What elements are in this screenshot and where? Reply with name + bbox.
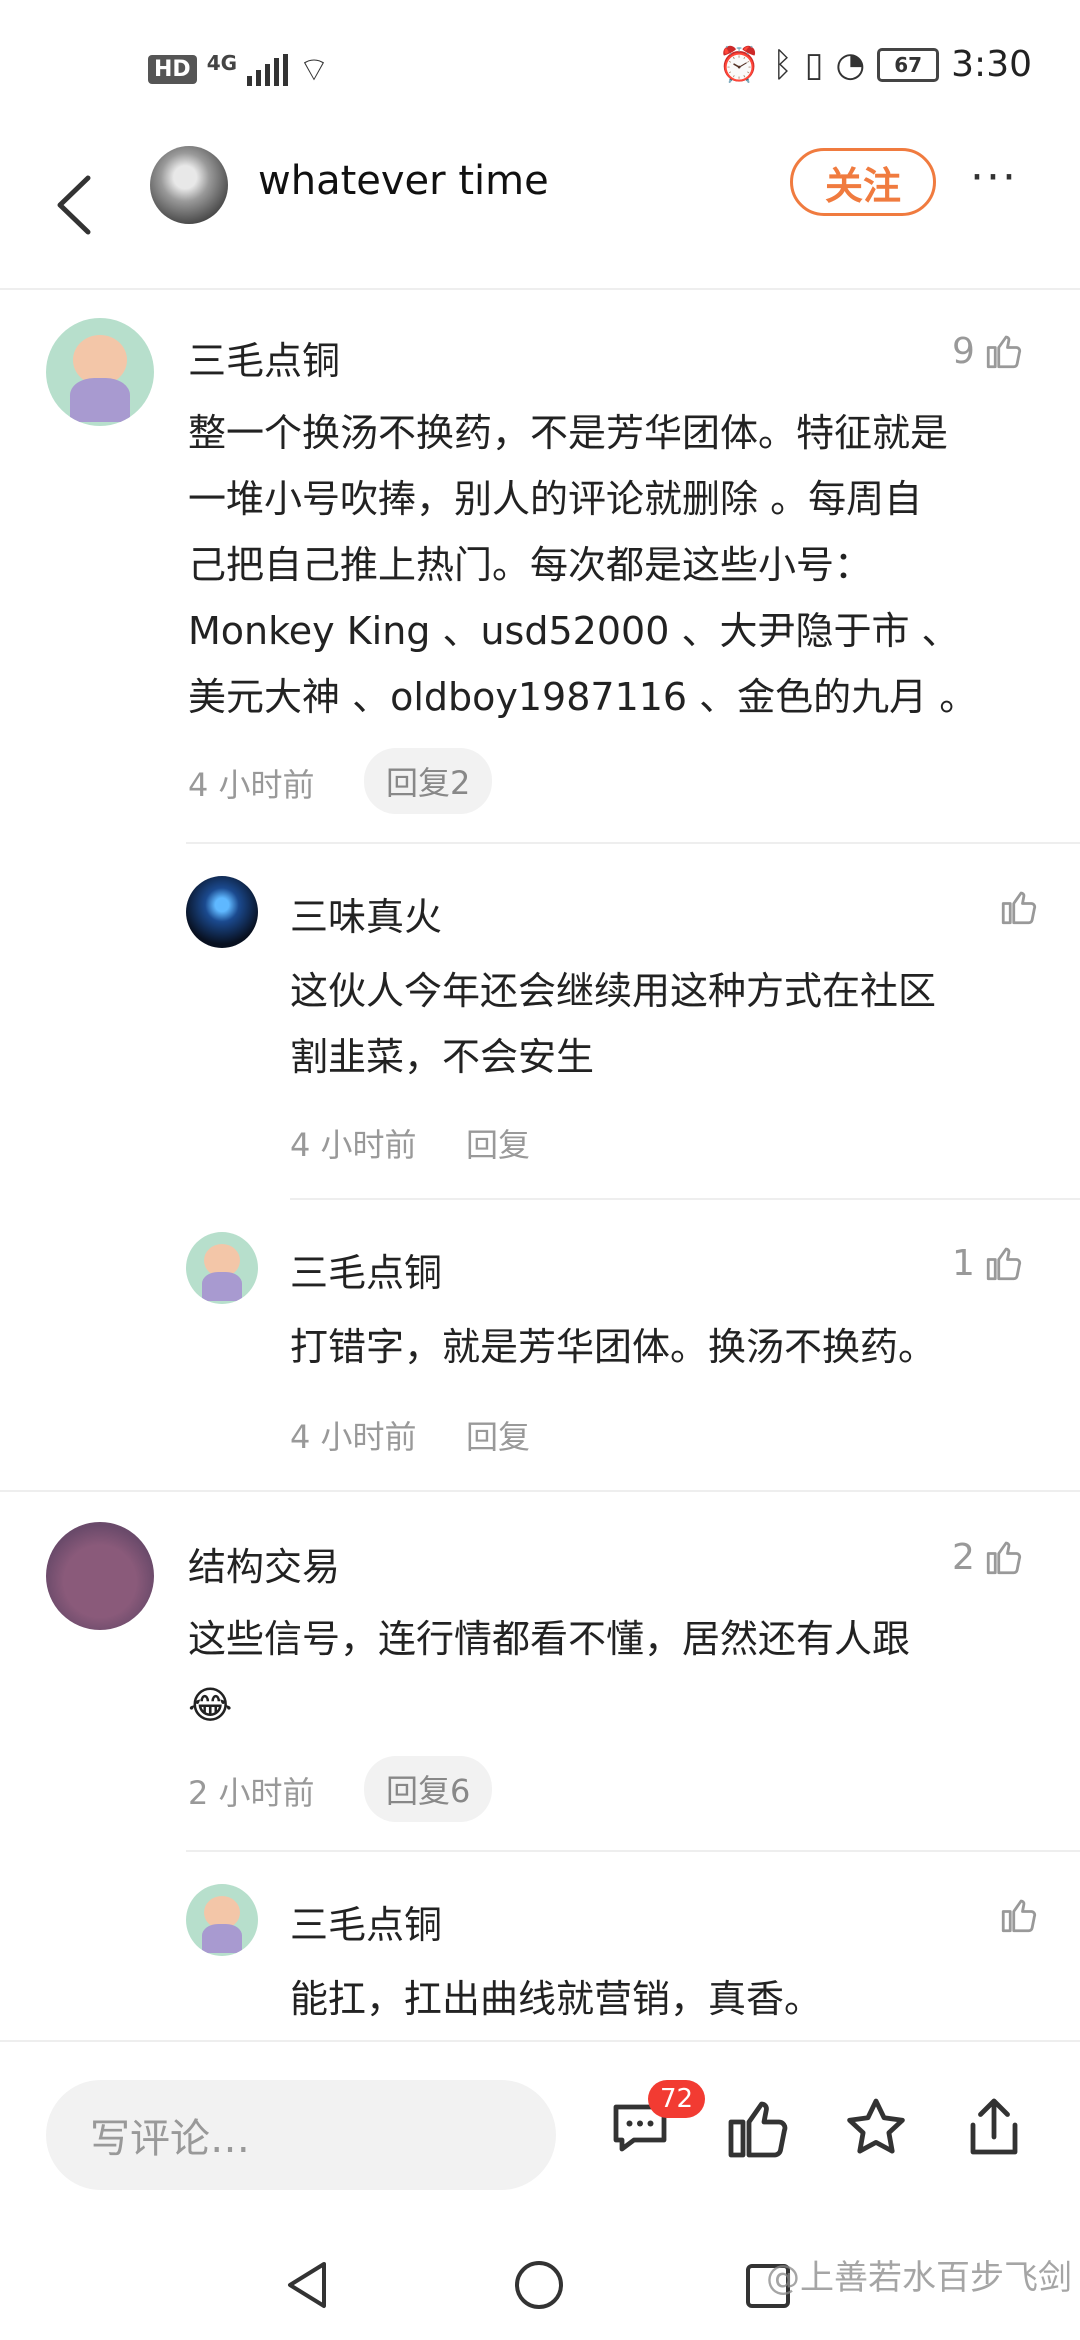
divider [290,1198,1080,1200]
reply-username[interactable]: 三毛点铜 [290,1242,442,1297]
view-replies-button[interactable]: 回复2 [364,748,493,814]
reply-button[interactable]: 回复 [466,1412,530,1458]
thumbs-up-icon [986,1541,1021,1575]
reply-text: 能扛，扛出曲线就营销，真香。 [290,1966,822,2032]
comment-text: 这些信号，连行情都看不懂，居然还有人跟 😂 [188,1606,910,1738]
status-bar: HD 4G ⌔ ⏰ ᛒ ▯ ◔ 67 3:30 [0,0,1080,130]
comment-line: 这些信号，连行情都看不懂，居然还有人跟 [188,1617,911,1661]
user-avatar[interactable] [46,1522,154,1630]
thumbs-up-icon [986,1247,1021,1281]
view-replies-button[interactable]: 回复6 [364,1756,493,1822]
vibrate-icon: ▯ [804,44,824,85]
reply-line: 割韭菜，不会安生 [290,1035,595,1079]
user-avatar[interactable] [186,1884,258,1956]
comment-line: 己把自己推上热门。每次都是这些小号： [188,543,873,587]
laughing-emoji: 😂 [188,1683,233,1727]
comment-count-badge: 72 [648,2080,706,2118]
comment-input[interactable]: 写评论… [46,2080,556,2190]
battery-icon: 67 [877,47,940,82]
reply-time: 4 小时前 [290,1418,417,1456]
reply-line: 能扛，扛出曲线就营销，真香。 [290,1977,823,2021]
share-icon [970,2098,1018,2155]
divider [0,1490,1080,1492]
back-button[interactable] [48,170,108,240]
user-avatar[interactable] [186,876,258,948]
like-button[interactable]: 1 [952,1242,1025,1284]
favorite-button[interactable] [840,2092,912,2164]
author-avatar[interactable] [150,146,228,224]
like-count: 2 [952,1536,975,1578]
clock: 3:30 [951,44,1032,85]
divider [186,842,1080,844]
like-count: 9 [952,330,975,372]
bluetooth-icon: ᛒ [772,44,793,85]
thumbs-up-icon [1001,1899,1037,1933]
star-icon [847,2098,905,2154]
speed-icon: ◔ [835,44,866,85]
reply-line: 这伙人今年还会继续用这种方式在社区 [290,969,937,1013]
like-post-button[interactable] [722,2092,794,2164]
signal-icon [247,53,289,86]
thumbs-up-icon [1001,891,1037,925]
alarm-icon: ⏰ [718,44,761,85]
comment-username[interactable]: 三毛点铜 [188,330,340,385]
reply-username[interactable]: 三毛点铜 [290,1894,442,1949]
comment-text: 整一个换汤不换药，不是芳华团体。特征就是 一堆小号吹捧，别人的评论就删除 。每周… [188,400,977,730]
reply-text: 这伙人今年还会继续用这种方式在社区 割韭菜，不会安生 [290,958,936,1090]
like-button[interactable]: 2 [952,1536,1025,1578]
reply-button[interactable]: 回复 [466,1120,530,1166]
reply-username[interactable]: 三味真火 [290,886,442,941]
watermark: @上善若水百步飞剑 [766,2258,1072,2298]
share-button[interactable] [958,2092,1030,2164]
bottom-action-bar: 写评论… 72 [0,2040,1080,2190]
nav-home-icon[interactable] [512,2258,566,2312]
nav-back-icon[interactable] [282,2258,332,2312]
like-button[interactable] [990,1894,1040,1936]
comment-username[interactable]: 结构交易 [188,1536,340,1591]
comment-line: 美元大神 、oldboy1987116 、金色的九月 。 [188,675,978,719]
comment-line: Monkey King 、usd52000 、大尹隐于市 、 [188,609,960,653]
thumbs-up-icon [986,335,1021,369]
more-options-button[interactable]: ··· [970,156,1018,200]
comment-time: 4 小时前 [188,766,315,804]
follow-button[interactable]: 关注 [790,148,936,216]
comment-line: 一堆小号吹捧，别人的评论就删除 。每周自 [188,477,923,521]
thumbs-up-icon [728,2101,788,2158]
status-left: HD 4G ⌔ [148,48,330,91]
network-type: 4G [206,50,238,75]
wifi-icon: ⌔ [298,50,330,90]
status-right: ⏰ ᛒ ▯ ◔ 67 3:30 [718,44,1032,85]
divider [186,1850,1080,1852]
reply-line: 打错字，就是芳华团体。换汤不换药。 [290,1325,937,1369]
like-count: 1 [952,1242,975,1284]
user-avatar[interactable] [186,1232,258,1304]
chevron-left-icon [57,175,91,235]
comment-time: 2 小时前 [188,1774,315,1812]
author-name[interactable]: whatever time [258,158,549,204]
hd-badge: HD [148,55,197,84]
reply-time: 4 小时前 [290,1126,417,1164]
like-button[interactable] [990,886,1040,928]
reply-text: 打错字，就是芳华团体。换汤不换药。 [290,1314,936,1380]
like-button[interactable]: 9 [952,330,1025,372]
user-avatar[interactable] [46,318,154,426]
post-header: whatever time 关注 ··· [0,130,1080,290]
comment-line: 整一个换汤不换药，不是芳华团体。特征就是 [188,411,949,455]
